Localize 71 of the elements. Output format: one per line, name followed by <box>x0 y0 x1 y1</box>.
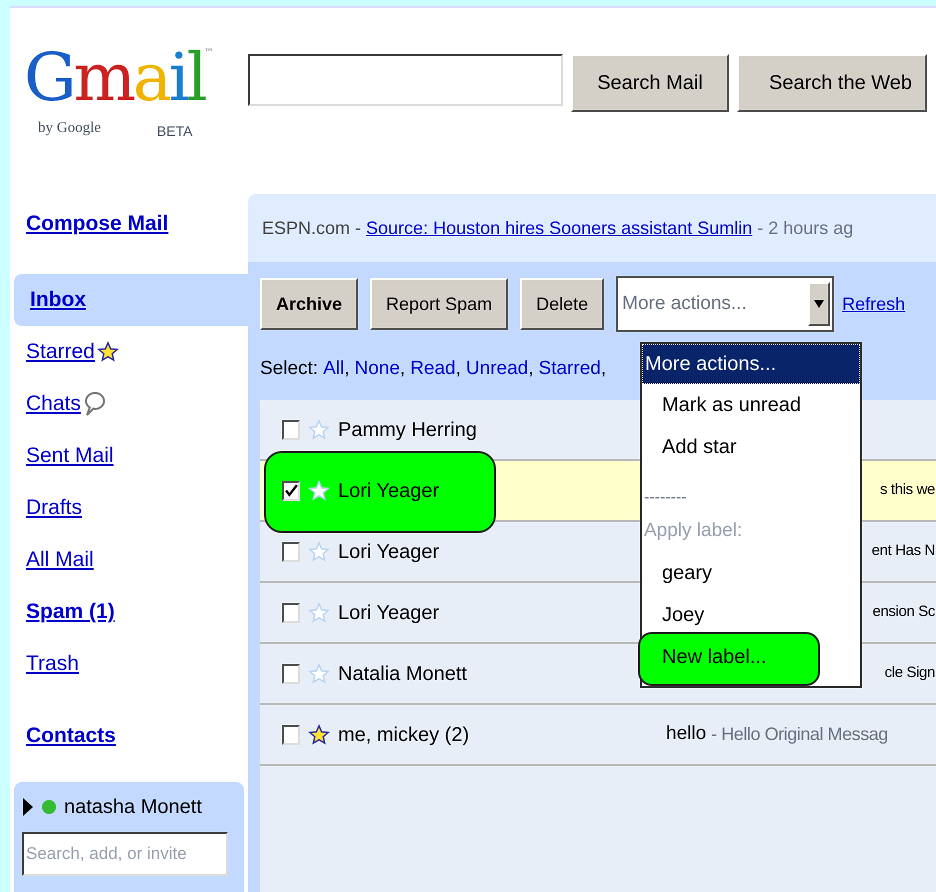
checkbox[interactable] <box>282 664 300 684</box>
comma: , <box>600 356 606 381</box>
news-time: - 2 hours ag <box>757 216 854 240</box>
star-icon[interactable] <box>308 478 330 502</box>
snippet-text: ension Sc <box>872 602 935 622</box>
snippet-text: - Hello Original Messag <box>711 723 888 746</box>
menu-item[interactable]: New label... <box>642 642 766 672</box>
subject-text: hello <box>666 722 706 746</box>
news-source: ESPN.com - <box>262 216 362 240</box>
comma: , <box>344 356 350 381</box>
select-link[interactable]: Starred <box>538 354 601 384</box>
star-icon[interactable] <box>308 540 330 564</box>
star-icon[interactable] <box>308 722 330 746</box>
comma: , <box>400 356 406 381</box>
beta-label: BETA <box>156 122 192 142</box>
message-row[interactable]: me, mickey (2) hello - Hello Original Messag <box>260 705 936 766</box>
search-button[interactable]: Search Mail <box>571 54 729 112</box>
comma: , <box>456 356 461 381</box>
folder-item[interactable]: Inbox <box>14 274 248 326</box>
folder-item[interactable]: Chats <box>10 378 248 430</box>
folder-item[interactable]: Sent Mail <box>10 430 248 482</box>
compose-mail-link[interactable]: Compose Mail <box>26 212 168 235</box>
folder-item[interactable]: Drafts <box>10 482 248 534</box>
sender-name: Natalia Monett <box>338 662 467 686</box>
checkbox[interactable] <box>282 724 300 744</box>
checkbox[interactable] <box>282 542 300 562</box>
logo-byline: by Google <box>38 119 101 138</box>
select-link[interactable]: None <box>354 354 400 384</box>
online-status-icon <box>42 800 56 814</box>
menu-header[interactable]: More actions... <box>642 344 860 384</box>
star-icon[interactable] <box>308 600 330 624</box>
select-link[interactable]: All <box>323 354 344 384</box>
menu-separator: -------- <box>644 488 687 508</box>
folder-item[interactable]: Spam (1) <box>10 586 248 638</box>
refresh-link[interactable]: Refresh <box>842 290 906 318</box>
speech-bubble-icon <box>82 391 105 417</box>
expand-triangle-icon[interactable] <box>22 797 34 817</box>
chat-search-field[interactable]: Search, add, or invite <box>22 832 228 876</box>
sender-name: Lori Yeager <box>338 478 440 504</box>
folder-item[interactable]: All Mail <box>10 534 248 586</box>
select-link[interactable]: Unread <box>466 354 528 384</box>
folder-item[interactable]: Starred <box>10 326 248 378</box>
checkbox[interactable] <box>282 602 300 622</box>
sender-name: me, mickey (2) <box>338 722 470 748</box>
star-icon[interactable] <box>96 340 119 364</box>
checkbox[interactable] <box>282 420 300 440</box>
folder-item[interactable]: Trash <box>10 638 248 690</box>
select-link[interactable]: Read <box>410 354 456 384</box>
toolbar-button[interactable]: Report Spam <box>370 278 508 330</box>
search-field[interactable] <box>248 54 563 106</box>
snippet-text: s this we <box>880 480 935 500</box>
menu-item[interactable]: Joey <box>642 600 704 630</box>
news-headline-link[interactable]: Source: Houston hires Sooners assistant Sumlin <box>366 214 752 242</box>
star-icon[interactable] <box>308 662 330 686</box>
contacts-link[interactable]: Contacts <box>26 720 116 752</box>
search-button[interactable]: Search the Web <box>737 54 927 112</box>
select-label: Select: <box>260 356 318 381</box>
comma: , <box>528 356 534 381</box>
snippet-text: cle Sign <box>884 663 935 684</box>
more-actions-select[interactable]: More actions... <box>616 276 834 332</box>
snippet-text: ent Has N <box>872 541 935 562</box>
toolbar-button[interactable]: Delete <box>520 278 604 330</box>
sender-name: Pammy Herring <box>338 418 477 442</box>
checkbox[interactable] <box>282 480 300 500</box>
toolbar-button[interactable]: Archive <box>260 278 358 330</box>
gmail-logo: Gmail™ <box>24 38 210 118</box>
chat-contact-name[interactable]: natasha Monett <box>64 792 202 822</box>
sender-name: Lori Yeager <box>338 600 440 626</box>
menu-item[interactable]: Add star <box>642 432 736 462</box>
star-icon[interactable] <box>308 418 330 442</box>
sender-name: Lori Yeager <box>338 540 440 564</box>
